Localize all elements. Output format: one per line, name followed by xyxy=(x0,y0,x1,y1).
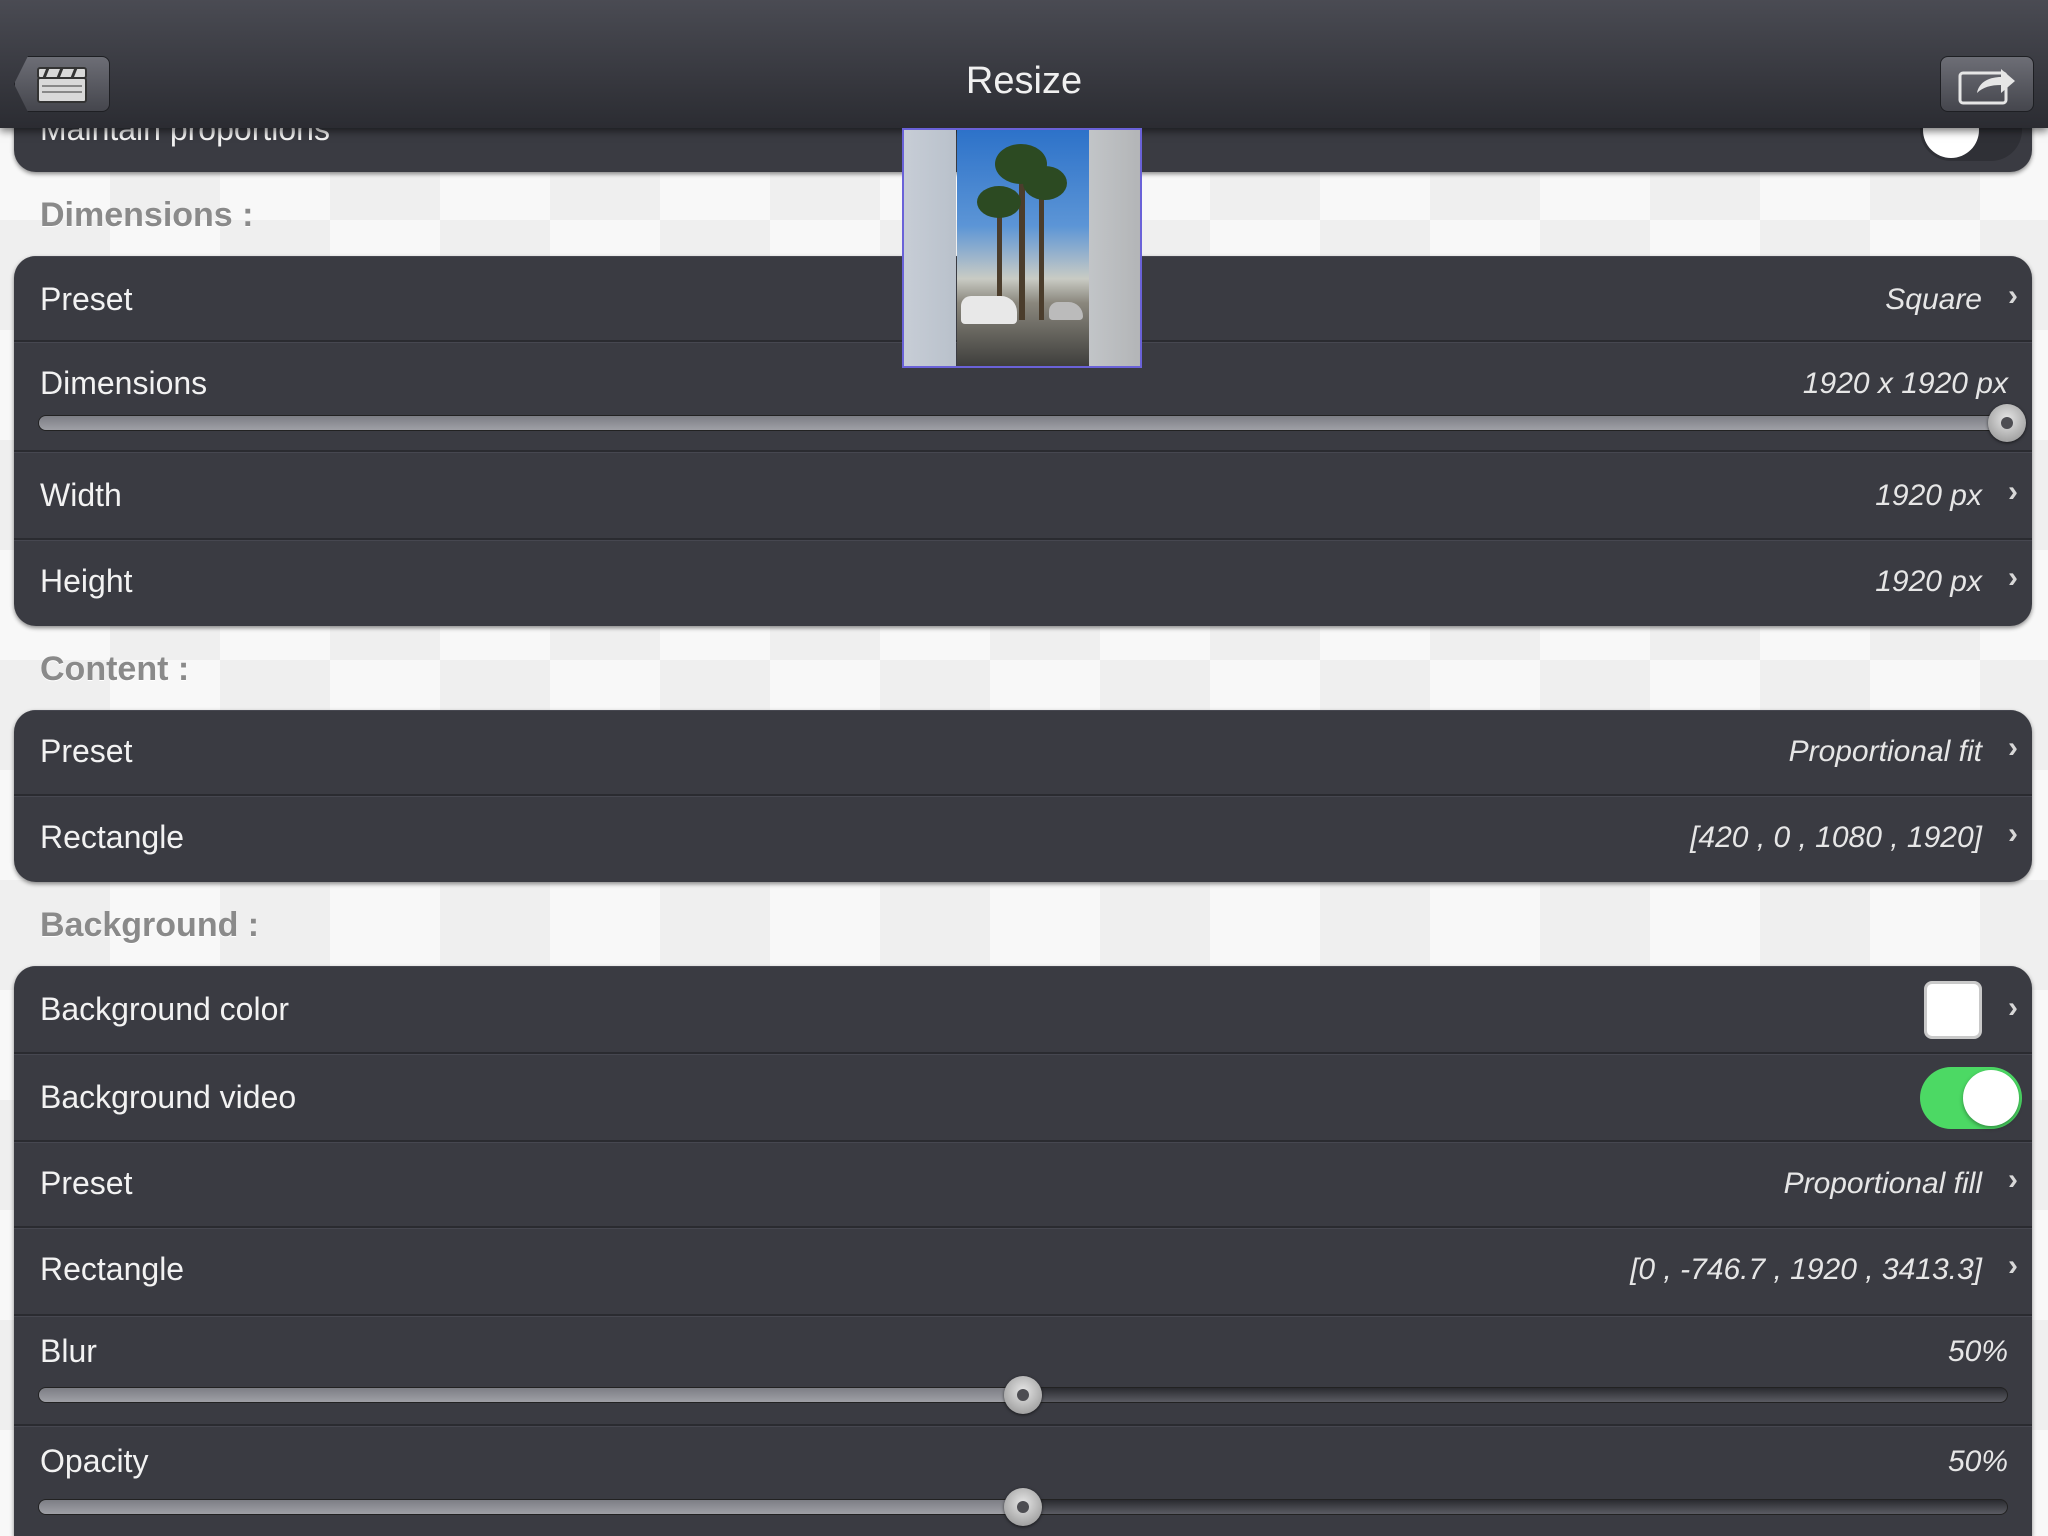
content-section-header: Content : xyxy=(40,650,190,688)
blur-value: 50% xyxy=(1947,1335,2008,1368)
background-rectangle-row[interactable]: Rectangle [0 , -746.7 , 1920 , 3413.3] › xyxy=(14,1228,2032,1316)
dimensions-value: 1920 x 1920 px xyxy=(1802,367,2008,400)
chevron-right-icon: › xyxy=(2008,475,2018,508)
content-group: Preset Proportional fit › Rectangle [420… xyxy=(14,710,2032,882)
height-row[interactable]: Height 1920 px › xyxy=(14,540,2032,626)
share-button[interactable] xyxy=(1940,56,2034,112)
slider-thumb[interactable] xyxy=(1988,404,2026,442)
preview-image xyxy=(957,130,1089,366)
content-preset-row[interactable]: Preset Proportional fit › xyxy=(14,710,2032,796)
opacity-label: Opacity xyxy=(40,1443,149,1479)
dimensions-preset-value: Square xyxy=(1885,283,1982,316)
blur-row: Blur 50% xyxy=(14,1316,2032,1426)
toggle-knob xyxy=(1963,1070,2019,1126)
opacity-value: 50% xyxy=(1947,1445,2008,1478)
blur-label: Blur xyxy=(40,1333,97,1369)
background-preset-label: Preset xyxy=(40,1165,133,1201)
dimensions-section-header: Dimensions : xyxy=(40,196,254,234)
width-row[interactable]: Width 1920 px › xyxy=(14,452,2032,540)
dimensions-preset-label: Preset xyxy=(40,281,133,317)
slider-fill xyxy=(39,1388,1023,1402)
content-preset-value: Proportional fit xyxy=(1788,735,1982,768)
page-title: Resize xyxy=(965,60,1083,102)
chevron-right-icon: › xyxy=(2008,991,2018,1024)
opacity-slider[interactable] xyxy=(38,1488,2008,1526)
dimensions-slider[interactable] xyxy=(38,404,2026,442)
background-preset-value: Proportional fill xyxy=(1783,1167,1982,1200)
background-preset-row[interactable]: Preset Proportional fill › xyxy=(14,1142,2032,1228)
chevron-right-icon: › xyxy=(2008,279,2018,312)
background-rectangle-value: [0 , -746.7 , 1920 , 3413.3] xyxy=(1630,1253,1982,1286)
content-preset-label: Preset xyxy=(40,733,133,769)
background-video-toggle[interactable] xyxy=(1920,1067,2022,1129)
height-label: Height xyxy=(40,563,133,599)
share-icon xyxy=(1958,69,2015,105)
background-color-label: Background color xyxy=(40,991,290,1027)
opacity-row: Opacity 50% xyxy=(14,1426,2032,1536)
blur-slider[interactable] xyxy=(38,1376,2008,1414)
slider-thumb[interactable] xyxy=(1004,1376,1042,1414)
content-rectangle-value: [420 , 0 , 1080 , 1920] xyxy=(1690,821,1982,854)
chevron-right-icon: › xyxy=(2008,561,2018,594)
slider-thumb[interactable] xyxy=(1004,1488,1042,1526)
slider-fill xyxy=(39,416,2007,430)
slider-fill xyxy=(39,1500,1023,1514)
height-value: 1920 px xyxy=(1875,565,1982,598)
width-value: 1920 px xyxy=(1875,479,1982,512)
background-group: Background color › Background video Pres… xyxy=(14,966,2032,1536)
content-rectangle-label: Rectangle xyxy=(40,819,185,855)
background-color-swatch[interactable] xyxy=(1924,981,1982,1039)
chevron-right-icon: › xyxy=(2008,1163,2018,1196)
background-section-header: Background : xyxy=(40,906,260,944)
video-preview-thumbnail[interactable] xyxy=(902,128,1142,368)
content-rectangle-row[interactable]: Rectangle [420 , 0 , 1080 , 1920] › xyxy=(14,796,2032,882)
background-rectangle-label: Rectangle xyxy=(40,1251,185,1287)
navigation-bar: Resize xyxy=(0,0,2048,128)
chevron-right-icon: › xyxy=(2008,1249,2018,1282)
chevron-right-icon: › xyxy=(2008,817,2018,850)
dimensions-label: Dimensions xyxy=(40,365,208,401)
background-color-row[interactable]: Background color › xyxy=(14,966,2032,1054)
background-video-label: Background video xyxy=(40,1079,297,1115)
background-video-row: Background video xyxy=(14,1054,2032,1142)
width-label: Width xyxy=(40,477,122,513)
chevron-right-icon: › xyxy=(2008,731,2018,764)
